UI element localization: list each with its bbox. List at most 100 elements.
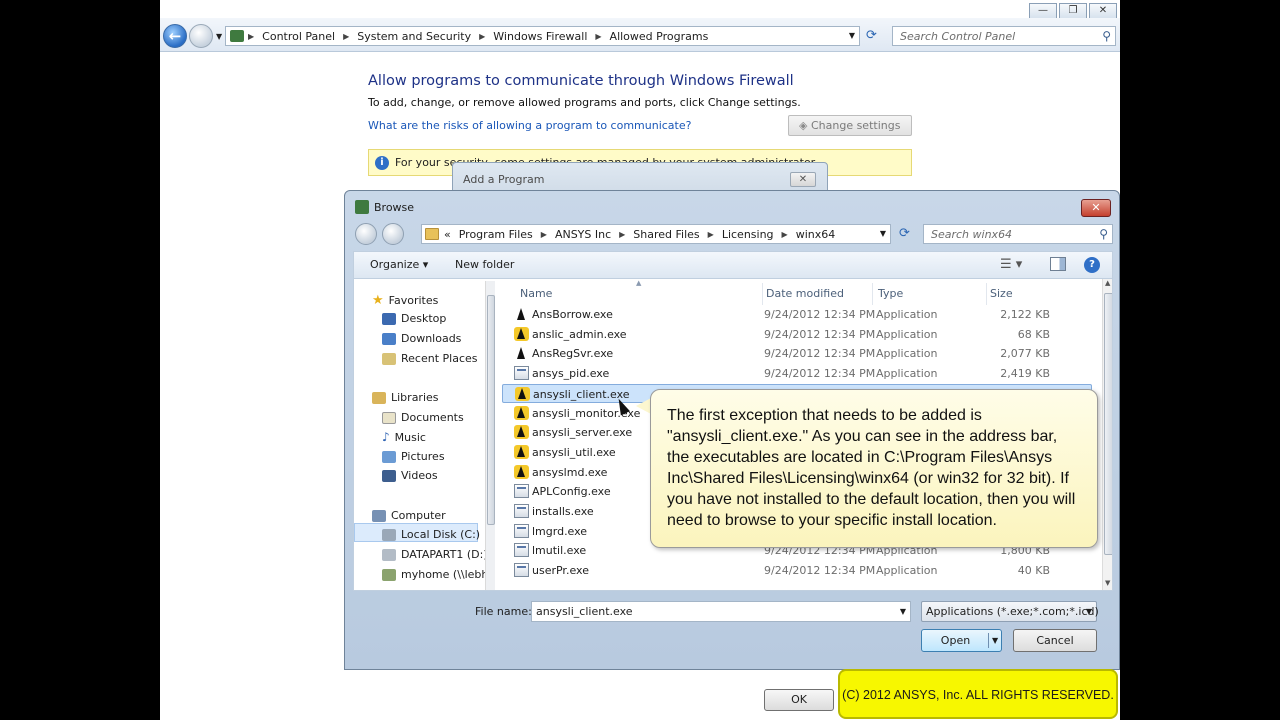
scroll-up-icon[interactable]: ▲ — [1105, 279, 1110, 287]
organize-button[interactable]: Organize ▾ — [370, 258, 428, 271]
nav-scrollbar[interactable] — [485, 281, 495, 590]
file-name-input[interactable]: ansysli_client.exe ▼ — [531, 601, 911, 622]
refresh-icon[interactable]: ⟳ — [866, 28, 877, 43]
file-row[interactable]: AnsRegSvr.exe 9/24/2012 12:34 PM Applicati… — [502, 344, 1092, 363]
browse-forward-button[interactable] — [382, 223, 404, 245]
nav-label: Recent Places — [401, 352, 478, 365]
nav-datapart[interactable]: DATAPART1 (D:) — [382, 548, 488, 561]
column-header-size[interactable]: Size — [990, 287, 1013, 300]
exe-icon — [514, 504, 529, 518]
breadcrumb-item[interactable]: Licensing — [722, 228, 774, 241]
recent-pages-dropdown[interactable]: ▼ — [216, 32, 222, 41]
column-header-type[interactable]: Type — [878, 287, 903, 300]
file-name: lmgrd.exe — [532, 524, 588, 538]
file-type-select[interactable]: Applications (*.exe;*.com;*.icd) ▼ — [921, 601, 1099, 622]
address-bar[interactable]: ▶ Control Panel ▶ System and Security ▶ … — [225, 26, 860, 46]
nav-desktop[interactable]: Desktop — [382, 312, 446, 325]
tutorial-callout: The first exception that needs to be add… — [650, 389, 1098, 548]
browse-close-button[interactable]: ✕ — [1081, 199, 1111, 217]
browse-search-input[interactable]: Search winx64 ⚲ — [923, 224, 1113, 244]
file-row[interactable]: ansys_pid.exe 9/24/2012 12:34 PM Applicati… — [502, 364, 1092, 383]
maximize-button[interactable]: ❐ — [1059, 3, 1087, 19]
breadcrumb-item[interactable]: Program Files — [459, 228, 533, 241]
file-type-value: Applications (*.exe;*.com;*.icd) — [926, 605, 1099, 618]
address-dropdown-icon[interactable]: ▼ — [849, 31, 855, 40]
file-row[interactable]: userPr.exe 9/24/2012 12:34 PM Application 4… — [502, 561, 1092, 580]
scroll-down-icon[interactable]: ▼ — [1105, 579, 1110, 587]
nav-recent-places[interactable]: Recent Places — [382, 352, 478, 365]
back-button[interactable]: ← — [163, 24, 187, 48]
forward-button[interactable] — [189, 24, 213, 48]
nav-scroll-thumb[interactable] — [487, 295, 495, 525]
breadcrumb-item[interactable]: Shared Files — [633, 228, 699, 241]
preview-pane-icon[interactable] — [1050, 257, 1066, 271]
file-list-scrollbar[interactable]: ▲ ▼ — [1102, 279, 1112, 590]
column-divider[interactable] — [762, 283, 763, 305]
nav-music[interactable]: ♪ Music — [382, 430, 426, 444]
breadcrumb-item[interactable]: Allowed Programs — [610, 30, 709, 43]
breadcrumb-item[interactable]: System and Security — [357, 30, 471, 43]
nav-local-disk[interactable]: Local Disk (C:) — [382, 528, 480, 541]
minimize-button[interactable]: — — [1029, 3, 1057, 19]
browse-breadcrumb: « Program Files ▶ ANSYS Inc ▶ Shared Fil… — [444, 227, 836, 241]
info-icon: i — [375, 156, 389, 170]
file-list-scroll-thumb[interactable] — [1104, 293, 1112, 555]
search-input[interactable]: Search Control Panel ⚲ — [892, 26, 1116, 46]
nav-documents[interactable]: Documents — [382, 411, 464, 424]
nav-label: Local Disk (C:) — [401, 528, 481, 541]
close-button[interactable]: ✕ — [1089, 3, 1117, 19]
add-program-title: Add a Program — [463, 173, 545, 186]
address-dropdown-icon[interactable]: ▼ — [880, 229, 886, 238]
breadcrumb-item[interactable]: ANSYS Inc — [555, 228, 611, 241]
cancel-button[interactable]: Cancel — [1013, 629, 1097, 652]
ansys-yellow-icon — [515, 386, 530, 401]
browse-dialog-title: Browse — [374, 201, 415, 214]
nav-computer[interactable]: Computer — [372, 509, 446, 522]
nav-pictures[interactable]: Pictures — [382, 450, 445, 463]
desktop-icon — [382, 312, 396, 325]
file-name: ansysli_util.exe — [532, 445, 616, 459]
breadcrumb-overflow[interactable]: « — [444, 228, 451, 241]
search-icon[interactable]: ⚲ — [1099, 227, 1108, 241]
change-settings-button[interactable]: ◈ Change settings — [788, 115, 912, 136]
browse-address-bar[interactable]: « Program Files ▶ ANSYS Inc ▶ Shared Fil… — [421, 224, 891, 244]
risks-link[interactable]: What are the risks of allowing a program… — [368, 119, 691, 132]
add-program-close-button[interactable]: ✕ — [790, 172, 816, 187]
breadcrumb-item[interactable]: Control Panel — [262, 30, 335, 43]
network-drive-icon — [382, 568, 396, 581]
view-options-icon[interactable]: ☰ ▾ — [1000, 257, 1022, 272]
nav-label: Favorites — [388, 294, 439, 307]
file-row[interactable]: AnsBorrow.exe 9/24/2012 12:34 PM Applicati… — [502, 305, 1092, 324]
file-name: ansys_pid.exe — [532, 367, 610, 381]
control-panel-icon — [230, 30, 244, 42]
chevron-down-icon[interactable]: ▼ — [900, 607, 906, 616]
nav-downloads[interactable]: Downloads — [382, 332, 461, 345]
nav-videos[interactable]: Videos — [382, 469, 438, 482]
search-icon[interactable]: ⚲ — [1102, 29, 1111, 43]
music-icon: ♪ — [382, 430, 390, 444]
nav-favorites[interactable]: ★ Favorites — [372, 293, 438, 308]
refresh-icon[interactable]: ⟳ — [899, 226, 910, 241]
file-date: 9/24/2012 12:34 PM — [764, 367, 876, 381]
column-header-date[interactable]: Date modified — [766, 287, 844, 300]
nav-libraries[interactable]: Libraries — [372, 391, 439, 404]
help-icon[interactable]: ? — [1084, 257, 1100, 273]
new-folder-button[interactable]: New folder — [455, 258, 514, 271]
search-placeholder: Search winx64 — [931, 228, 1013, 241]
ok-button[interactable]: OK — [764, 689, 834, 711]
file-row[interactable]: anslic_admin.exe 9/24/2012 12:34 PM Applic… — [502, 325, 1092, 344]
column-divider[interactable] — [986, 283, 987, 305]
column-header-name[interactable]: Name — [520, 287, 552, 300]
pictures-icon — [382, 450, 396, 463]
open-button[interactable]: Open ▼ — [921, 629, 1002, 652]
chevron-down-icon[interactable]: ▼ — [992, 630, 998, 651]
breadcrumb-item[interactable]: Windows Firewall — [493, 30, 587, 43]
breadcrumb-item[interactable]: winx64 — [796, 228, 836, 241]
file-type: Application — [876, 308, 938, 321]
file-name: userPr.exe — [532, 564, 589, 578]
file-date: 9/24/2012 12:34 PM — [764, 347, 876, 361]
browse-back-button[interactable] — [355, 223, 377, 245]
exe-icon — [514, 543, 529, 558]
column-divider[interactable] — [872, 283, 873, 305]
nav-myhome[interactable]: myhome (\\lebh — [382, 568, 488, 581]
